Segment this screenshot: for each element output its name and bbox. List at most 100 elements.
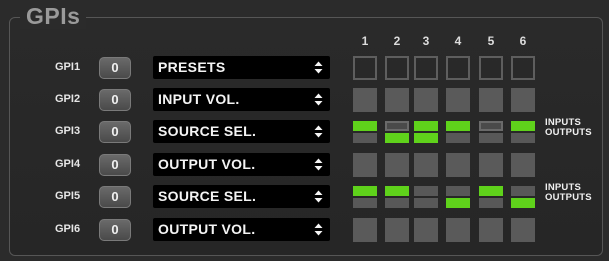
updown-chevron-icon xyxy=(314,125,323,138)
gpi-cell-5[interactable] xyxy=(479,88,503,112)
gpi-cell-3[interactable] xyxy=(414,88,438,112)
output-indicator[interactable] xyxy=(353,198,377,208)
gpi-cell-5[interactable] xyxy=(479,56,503,80)
gpi-cell-6[interactable] xyxy=(511,153,535,177)
gpi-row-gpi2: GPI2 0 INPUT VOL. xyxy=(0,88,609,114)
gpi-function-value: PRESETS xyxy=(158,59,226,75)
column-header-2: 2 xyxy=(393,34,401,48)
gpi-number-button[interactable]: 0 xyxy=(99,154,131,176)
gpi-io-cell-2[interactable] xyxy=(385,120,409,144)
gpi-io-cell-6[interactable] xyxy=(511,120,535,144)
updown-chevron-icon xyxy=(314,61,323,74)
gpi-io-cell-5[interactable] xyxy=(479,120,503,144)
output-indicator[interactable] xyxy=(446,133,470,143)
input-indicator[interactable] xyxy=(353,186,377,196)
input-indicator[interactable] xyxy=(414,186,438,196)
updown-chevron-icon xyxy=(314,223,323,236)
gpi-cell-5[interactable] xyxy=(479,153,503,177)
gpi-row-gpi3: GPI3 0 SOURCE SEL. INPUTS OUTPUTS xyxy=(0,118,609,146)
updown-chevron-icon xyxy=(314,93,323,106)
gpi-cell-3[interactable] xyxy=(414,56,438,80)
gpi-cell-4[interactable] xyxy=(446,218,470,242)
gpi-cell-2[interactable] xyxy=(385,218,409,242)
gpi-number-button[interactable]: 0 xyxy=(99,121,131,143)
gpi-cell-1[interactable] xyxy=(353,153,377,177)
input-indicator[interactable] xyxy=(446,186,470,196)
gpi-row-gpi6: GPI6 0 OUTPUT VOL. xyxy=(0,218,609,244)
gpi-function-select[interactable]: OUTPUT VOL. xyxy=(153,153,330,176)
output-indicator[interactable] xyxy=(511,133,535,143)
gpi-function-value: SOURCE SEL. xyxy=(158,188,257,204)
gpi-cell-4[interactable] xyxy=(446,88,470,112)
input-indicator[interactable] xyxy=(511,186,535,196)
output-indicator[interactable] xyxy=(479,198,503,208)
gpi-label: GPI6 xyxy=(55,223,81,235)
gpi-number-button[interactable]: 0 xyxy=(99,186,131,208)
output-indicator[interactable] xyxy=(385,198,409,208)
gpi-function-value: OUTPUT VOL. xyxy=(158,221,256,237)
outputs-label: OUTPUTS xyxy=(545,192,592,203)
gpi-io-cell-4[interactable] xyxy=(446,185,470,209)
column-header-3: 3 xyxy=(422,34,430,48)
gpi-io-cell-3[interactable] xyxy=(414,120,438,144)
gpi-cell-4[interactable] xyxy=(446,153,470,177)
updown-chevron-icon xyxy=(314,190,323,203)
gpi-io-cell-1[interactable] xyxy=(353,185,377,209)
gpi-function-select[interactable]: OUTPUT VOL. xyxy=(153,218,330,241)
outputs-label: OUTPUTS xyxy=(545,127,592,138)
gpi-function-value: OUTPUT VOL. xyxy=(158,156,256,172)
gpi-label: GPI5 xyxy=(55,190,81,202)
output-indicator[interactable] xyxy=(511,198,535,208)
input-indicator[interactable] xyxy=(385,121,409,131)
gpi-number-button[interactable]: 0 xyxy=(99,57,131,79)
gpi-cell-2[interactable] xyxy=(385,88,409,112)
column-header-4: 4 xyxy=(454,34,462,48)
input-indicator[interactable] xyxy=(385,186,409,196)
output-indicator[interactable] xyxy=(414,198,438,208)
gpi-cell-2[interactable] xyxy=(385,153,409,177)
gpi-cell-5[interactable] xyxy=(479,218,503,242)
output-indicator[interactable] xyxy=(479,133,503,143)
gpi-function-select[interactable]: SOURCE SEL. xyxy=(153,120,330,143)
gpi-io-cell-5[interactable] xyxy=(479,185,503,209)
gpi-cell-3[interactable] xyxy=(414,153,438,177)
gpi-io-cell-3[interactable] xyxy=(414,185,438,209)
gpi-function-value: SOURCE SEL. xyxy=(158,123,257,139)
gpi-function-select[interactable]: PRESETS xyxy=(153,56,330,79)
gpi-function-select[interactable]: INPUT VOL. xyxy=(153,88,330,111)
gpi-row-gpi1: GPI1 0 PRESETS xyxy=(0,56,609,82)
column-header-6: 6 xyxy=(519,34,527,48)
output-indicator[interactable] xyxy=(385,133,409,143)
panel-title: GPIs xyxy=(20,3,87,29)
output-indicator[interactable] xyxy=(414,133,438,143)
gpi-row-gpi4: GPI4 0 OUTPUT VOL. xyxy=(0,153,609,179)
gpi-cell-4[interactable] xyxy=(446,56,470,80)
column-header-1: 1 xyxy=(361,34,369,48)
output-indicator[interactable] xyxy=(353,133,377,143)
input-indicator[interactable] xyxy=(446,121,470,131)
gpi-io-cell-6[interactable] xyxy=(511,185,535,209)
input-indicator[interactable] xyxy=(479,186,503,196)
gpi-cell-1[interactable] xyxy=(353,218,377,242)
gpi-cell-1[interactable] xyxy=(353,88,377,112)
gpi-number-button[interactable]: 0 xyxy=(99,219,131,241)
input-indicator[interactable] xyxy=(511,121,535,131)
gpi-label: GPI2 xyxy=(55,93,81,105)
input-indicator[interactable] xyxy=(353,121,377,131)
gpi-cell-6[interactable] xyxy=(511,88,535,112)
input-indicator[interactable] xyxy=(414,121,438,131)
gpi-cell-2[interactable] xyxy=(385,56,409,80)
gpi-label: GPI4 xyxy=(55,158,81,170)
gpi-number-button[interactable]: 0 xyxy=(99,89,131,111)
input-indicator[interactable] xyxy=(479,121,503,131)
gpi-io-cell-4[interactable] xyxy=(446,120,470,144)
gpi-io-cell-1[interactable] xyxy=(353,120,377,144)
gpi-row-gpi5: GPI5 0 SOURCE SEL. INPUTS OUTPUTS xyxy=(0,183,609,211)
gpi-cell-6[interactable] xyxy=(511,56,535,80)
gpi-cell-6[interactable] xyxy=(511,218,535,242)
gpi-cell-3[interactable] xyxy=(414,218,438,242)
gpi-function-select[interactable]: SOURCE SEL. xyxy=(153,185,330,208)
output-indicator[interactable] xyxy=(446,198,470,208)
gpi-io-cell-2[interactable] xyxy=(385,185,409,209)
gpi-cell-1[interactable] xyxy=(353,56,377,80)
